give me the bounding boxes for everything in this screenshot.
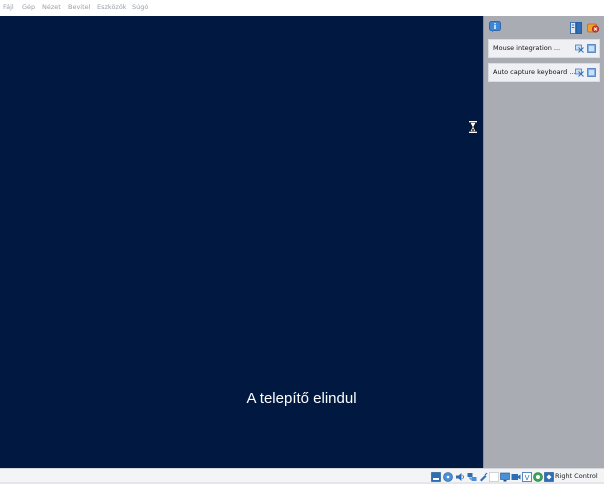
menu-view[interactable]: Nézet: [42, 3, 61, 12]
menu-help[interactable]: Súgó: [132, 3, 148, 12]
close-notification-icon[interactable]: [587, 68, 596, 77]
network-icon[interactable]: [467, 472, 477, 482]
notification-center-header: [484, 16, 604, 38]
virtualbox-vm-window: Fájl Gép Nézet Bevitel Eszközök Súgó A t…: [0, 0, 604, 484]
menu-devices[interactable]: Eszközök: [97, 3, 127, 12]
host-key-label: Right Control: [555, 472, 598, 480]
display-icon[interactable]: [500, 472, 510, 482]
audio-icon[interactable]: [455, 472, 465, 482]
usb-icon[interactable]: [478, 472, 488, 482]
menu-machine[interactable]: Gép: [22, 3, 35, 12]
menu-input[interactable]: Bevitel: [68, 3, 90, 12]
cpu-icon[interactable]: [533, 472, 543, 482]
shared-folders-icon[interactable]: [489, 472, 499, 482]
optical-drive-icon[interactable]: [443, 472, 453, 482]
close-all-icon[interactable]: [587, 22, 599, 34]
keyboard-capture-icon[interactable]: [544, 472, 554, 482]
svg-text:V: V: [525, 474, 530, 482]
hard-disk-icon[interactable]: [431, 472, 441, 482]
info-icon[interactable]: [489, 21, 501, 33]
hourglass-icon: [469, 121, 477, 133]
notification-auto-capture-keyboard[interactable]: Auto capture keyboard ...: [488, 63, 600, 82]
menu-bar: Fájl Gép Nézet Bevitel Eszközök Súgó: [0, 0, 604, 16]
notification-center: Mouse integration ... Auto capture keybo…: [483, 16, 604, 468]
dont-show-again-icon[interactable]: [575, 68, 584, 77]
notification-mouse-integration[interactable]: Mouse integration ...: [488, 39, 600, 58]
video-capture-icon[interactable]: [511, 472, 521, 482]
notification-text: Mouse integration ...: [493, 44, 561, 52]
dont-show-again-icon[interactable]: [575, 44, 584, 53]
panel-toggle-icon[interactable]: [570, 22, 582, 34]
close-notification-icon[interactable]: [587, 44, 596, 53]
notification-text: Auto capture keyboard ...: [493, 68, 576, 76]
virtualization-icon[interactable]: V: [522, 472, 532, 482]
menu-file[interactable]: Fájl: [3, 3, 14, 12]
